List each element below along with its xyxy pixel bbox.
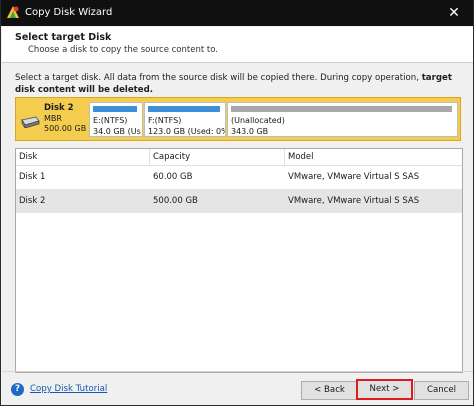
- partition-size: 343.0 GB: [231, 127, 269, 136]
- table-row[interactable]: Disk 1 60.00 GB VMware, VMware Virtual S…: [16, 165, 462, 189]
- partition-usage-bar: [93, 106, 137, 112]
- partition-e[interactable]: E:(NTFS) 34.0 GB (Us: [89, 102, 143, 137]
- disk-size: 500.00 GB: [44, 124, 87, 133]
- partition-f[interactable]: F:(NTFS) 123.0 GB (Used: 0%: [144, 102, 226, 137]
- partition-label: E:(NTFS): [93, 116, 128, 125]
- cell-capacity: 500.00 GB: [153, 196, 198, 206]
- disk-name: Disk 2: [44, 103, 74, 113]
- partition-usage-bar: [148, 106, 220, 112]
- column-header-model[interactable]: Model: [285, 149, 462, 165]
- cell-model: VMware, VMware Virtual S SAS: [288, 196, 420, 206]
- page-subtitle: Choose a disk to copy the source content…: [28, 45, 218, 55]
- description-text: Select a target disk. All data from the …: [15, 73, 422, 83]
- window-title: Copy Disk Wizard: [25, 7, 113, 18]
- partition-size: 123.0 GB (Used: 0%: [148, 127, 226, 136]
- disk-map-label: Disk 2 MBR 500.00 GB: [16, 98, 89, 140]
- help-icon[interactable]: ?: [11, 383, 24, 396]
- cancel-button[interactable]: Cancel: [414, 381, 469, 400]
- partition-size: 34.0 GB (Us: [93, 127, 141, 136]
- partition-label: (Unallocated): [231, 116, 285, 125]
- wizard-header: Select target Disk Choose a disk to copy…: [2, 27, 473, 63]
- hard-disk-icon: [21, 116, 40, 128]
- footer-divider: [2, 371, 473, 372]
- partition-label: F:(NTFS): [148, 116, 182, 125]
- table-row-selected[interactable]: Disk 2 500.00 GB VMware, VMware Virtual …: [16, 189, 462, 213]
- title-bar[interactable]: Copy Disk Wizard ✕: [1, 0, 473, 26]
- disk-type: MBR: [44, 114, 62, 123]
- column-header-capacity[interactable]: Capacity: [150, 149, 285, 165]
- app-icon: [7, 6, 19, 18]
- disk-table[interactable]: Disk Capacity Model Disk 1 60.00 GB VMwa…: [15, 148, 463, 373]
- next-button[interactable]: Next >: [356, 379, 413, 400]
- cell-model: VMware, VMware Virtual S SAS: [288, 172, 420, 182]
- copy-disk-tutorial-link[interactable]: Copy Disk Tutorial: [30, 384, 107, 394]
- page-title: Select target Disk: [15, 32, 112, 43]
- column-header-disk[interactable]: Disk: [16, 149, 150, 165]
- cell-capacity: 60.00 GB: [153, 172, 193, 182]
- partition-unallocated[interactable]: (Unallocated) 343.0 GB: [227, 102, 458, 137]
- close-icon[interactable]: ✕: [435, 0, 473, 26]
- disk-map[interactable]: Disk 2 MBR 500.00 GB E:(NTFS) 34.0 GB (U…: [15, 97, 461, 141]
- partition-usage-bar: [231, 106, 452, 112]
- warning-description: Select a target disk. All data from the …: [15, 72, 461, 96]
- copy-disk-wizard-window: Copy Disk Wizard ✕ Select target Disk Ch…: [0, 0, 474, 406]
- table-header: Disk Capacity Model: [16, 149, 462, 166]
- cell-disk: Disk 2: [19, 196, 46, 206]
- cell-disk: Disk 1: [19, 172, 46, 182]
- back-button[interactable]: < Back: [301, 381, 358, 400]
